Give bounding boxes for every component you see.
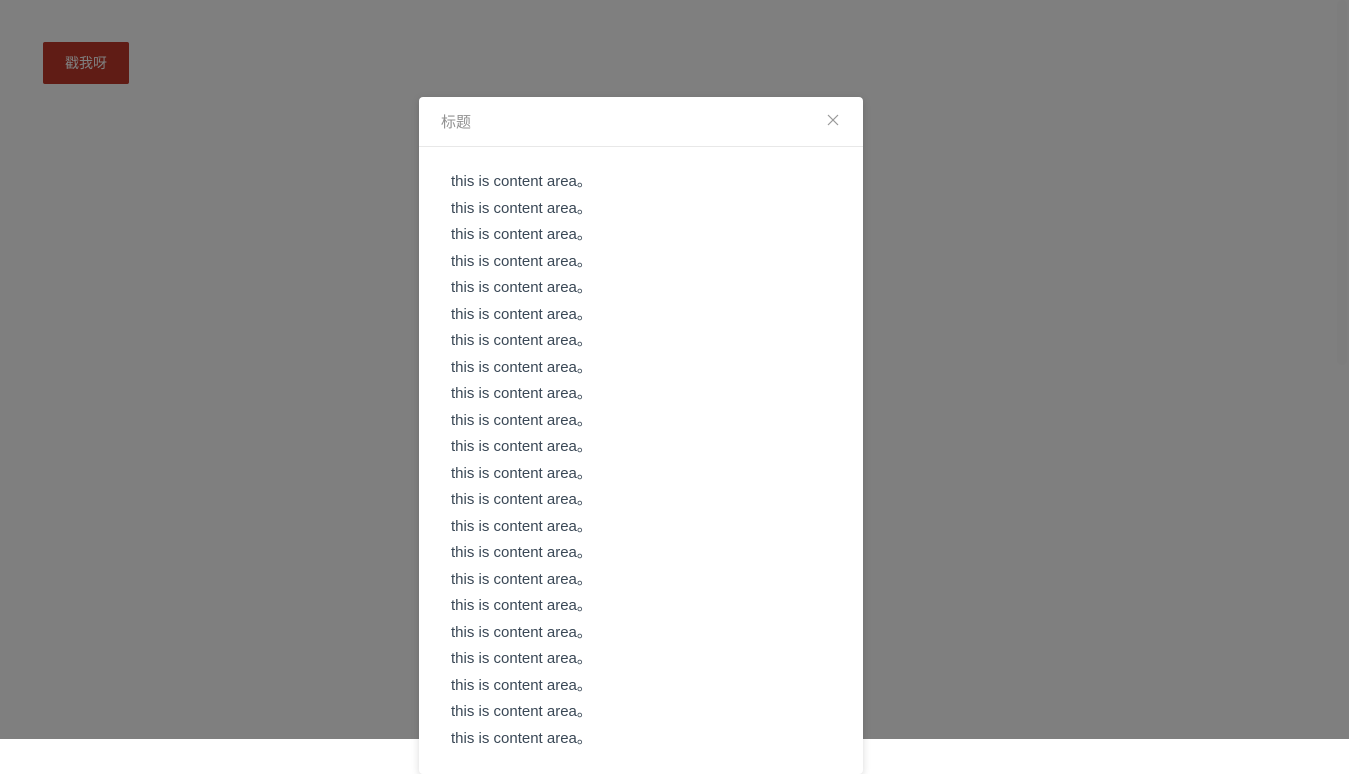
dialog-title: 标题 [441,111,471,132]
content-line: this is content area。 [451,196,831,223]
dialog-body[interactable]: this is content area。this is content are… [419,147,863,774]
content-line: this is content area。 [451,302,831,329]
content-line: this is content area。 [451,514,831,541]
content-line: this is content area。 [451,434,831,461]
close-button[interactable] [825,114,841,130]
content-line: this is content area。 [451,567,831,594]
content-line: this is content area。 [451,328,831,355]
dialog: 标题 this is content area。this is content … [419,97,863,774]
content-line: this is content area。 [451,487,831,514]
close-icon [827,114,839,129]
content-line: this is content area。 [451,275,831,302]
content-line: this is content area。 [451,169,831,196]
content-line: this is content area。 [451,222,831,249]
content-line: this is content area。 [451,249,831,276]
dialog-header: 标题 [419,97,863,147]
content-line: this is content area。 [451,646,831,673]
content-line: this is content area。 [451,461,831,488]
content-line: this is content area。 [451,540,831,567]
content-line: this is content area。 [451,673,831,700]
content-line: this is content area。 [451,408,831,435]
content-line: this is content area。 [451,620,831,647]
content-line: this is content area。 [451,699,831,726]
scrollbar-thumb[interactable] [1337,0,1347,365]
content-line: this is content area。 [451,381,831,408]
content-line: this is content area。 [451,355,831,382]
content-line: this is content area。 [451,593,831,620]
